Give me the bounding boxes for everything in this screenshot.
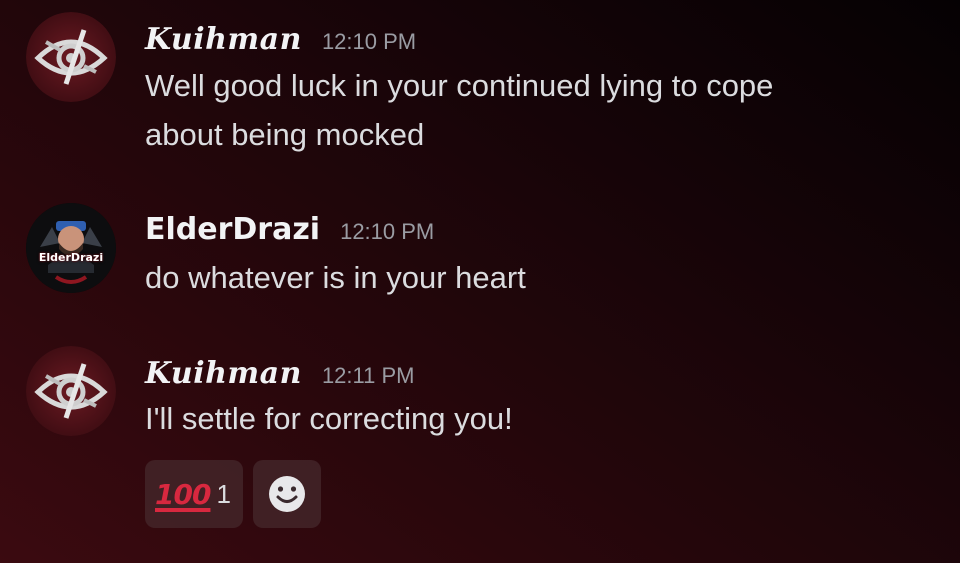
timestamp: 12:11 PM [321, 363, 415, 388]
message-content: I'll settle for correcting you! [145, 394, 905, 443]
hundred-points-emoji: 100 [155, 477, 211, 511]
message-content: do whatever is in your heart [145, 253, 905, 302]
eye-emblem-icon [26, 12, 116, 102]
eye-emblem-icon [26, 346, 116, 436]
timestamp: 12:10 PM [340, 219, 435, 244]
reaction-hundred-points[interactable]: 100 1 [145, 460, 243, 528]
elderdrazi-portrait-icon [26, 203, 116, 293]
message-content: Well good luck in your continued lying t… [145, 61, 905, 159]
username[interactable]: Kuihman [145, 22, 302, 57]
reactions-bar: 100 1 [145, 460, 321, 528]
kuihman-avatar[interactable] [26, 12, 116, 102]
avatar-logo-text: ElderDrazi [38, 251, 104, 264]
reaction-count: 1 [216, 478, 231, 509]
message-line: do whatever is in your heart [145, 260, 526, 295]
message-header: Kuihman 12:11 PM [145, 356, 414, 391]
add-reaction-smile-icon [269, 476, 305, 512]
username[interactable]: ElderDrazi [145, 212, 320, 247]
message-line: about being mocked [145, 117, 425, 152]
message-header: Kuihman 12:10 PM [145, 22, 416, 57]
message-line: Well good luck in your continued lying t… [145, 68, 774, 103]
timestamp: 12:10 PM [321, 29, 417, 54]
elderdrazi-avatar[interactable]: ElderDrazi [26, 203, 116, 293]
add-reaction-button[interactable] [253, 460, 321, 528]
message-header: ElderDrazi 12:10 PM [145, 212, 434, 247]
username[interactable]: Kuihman [145, 356, 302, 391]
message-line: I'll settle for correcting you! [145, 401, 513, 436]
kuihman-avatar[interactable] [26, 346, 116, 436]
